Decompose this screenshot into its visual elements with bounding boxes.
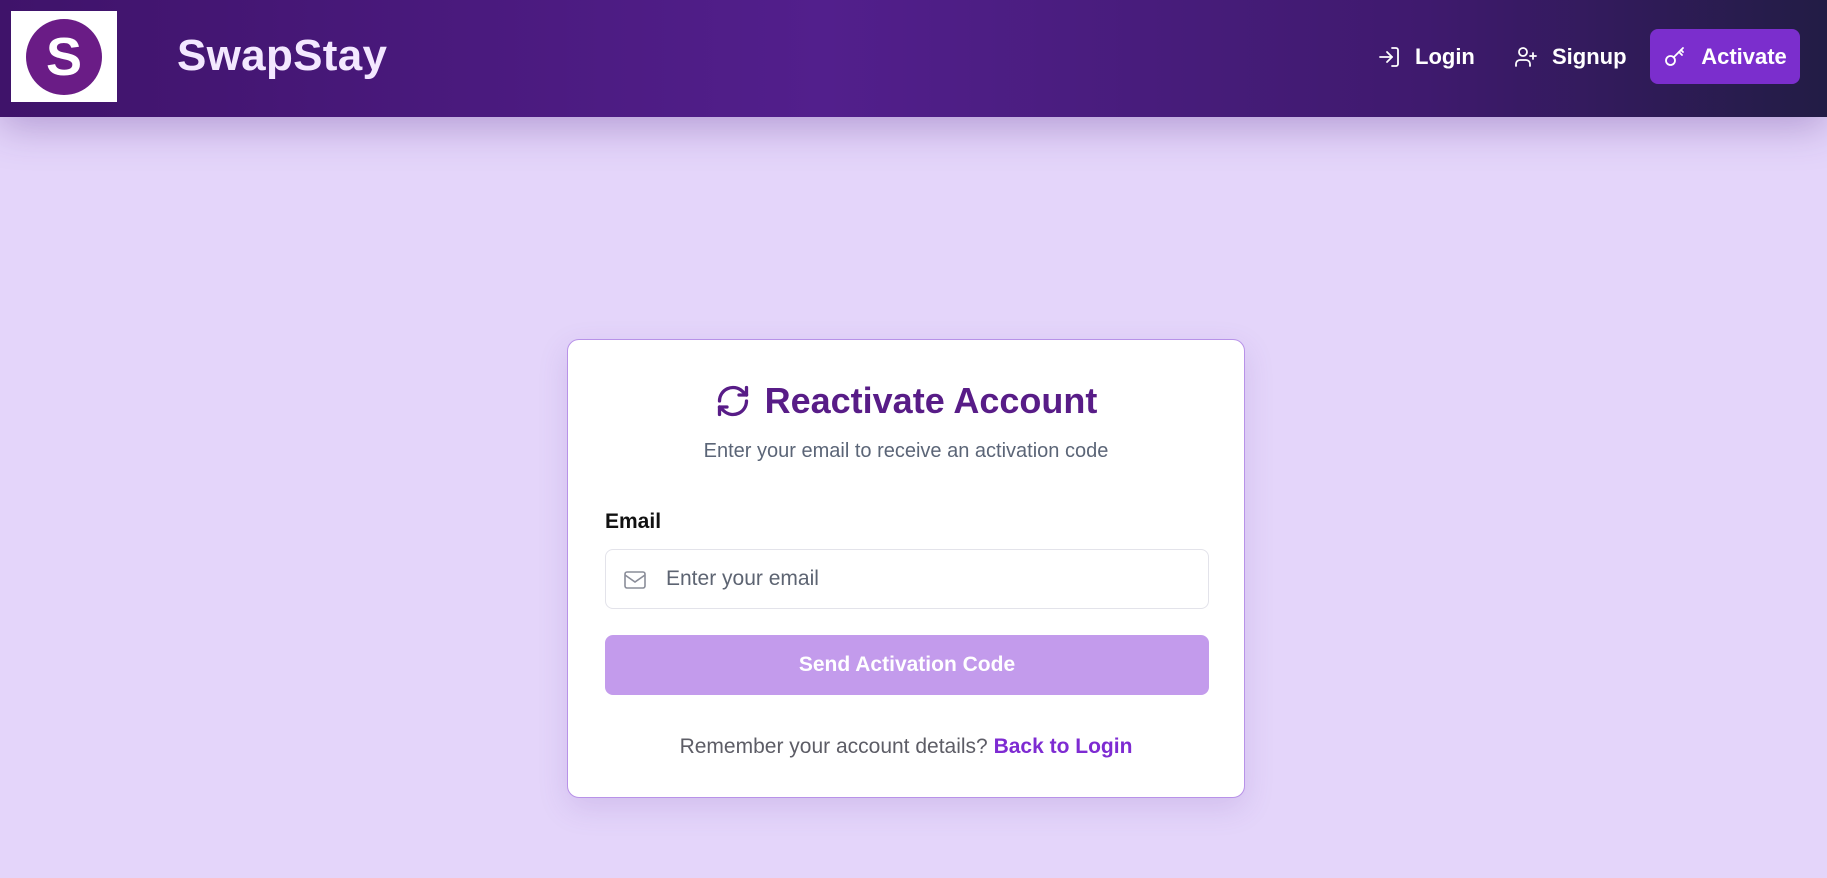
logo[interactable]: S <box>11 11 117 102</box>
card-subtitle: Enter your email to receive an activatio… <box>703 440 1109 462</box>
card-footer: Remember your account details? Back to L… <box>568 735 1244 759</box>
brand-name[interactable]: SwapStay <box>177 31 387 81</box>
page-title: Reactivate Account <box>764 380 1098 421</box>
key-icon <box>1665 46 1685 66</box>
top-navbar: S SwapStay Login Signup Activate <box>0 0 1827 117</box>
user-plus-icon <box>1515 46 1537 67</box>
login-icon <box>1379 46 1399 67</box>
email-input[interactable] <box>666 550 1196 608</box>
logo-mark: S <box>26 18 102 95</box>
refresh-icon <box>717 385 748 417</box>
nav-signup-label: Signup <box>1552 43 1627 69</box>
mail-icon <box>624 571 646 589</box>
send-activation-code-button[interactable]: Send Activation Code <box>605 635 1209 695</box>
footer-text: Remember your account details? <box>679 735 988 758</box>
nav-login-link[interactable]: Login <box>1377 29 1475 84</box>
nav-activate-label: Activate <box>1701 43 1787 69</box>
card-header: Reactivate Account <box>568 380 1244 422</box>
nav-activate-button[interactable]: Activate <box>1650 29 1800 84</box>
email-field[interactable] <box>605 549 1209 609</box>
nav-signup-link[interactable]: Signup <box>1514 29 1627 84</box>
email-label: Email <box>605 510 662 533</box>
reactivate-card: Reactivate Account Enter your email to r… <box>567 339 1245 798</box>
nav-login-label: Login <box>1415 43 1475 69</box>
back-to-login-link[interactable]: Back to Login <box>994 735 1133 758</box>
